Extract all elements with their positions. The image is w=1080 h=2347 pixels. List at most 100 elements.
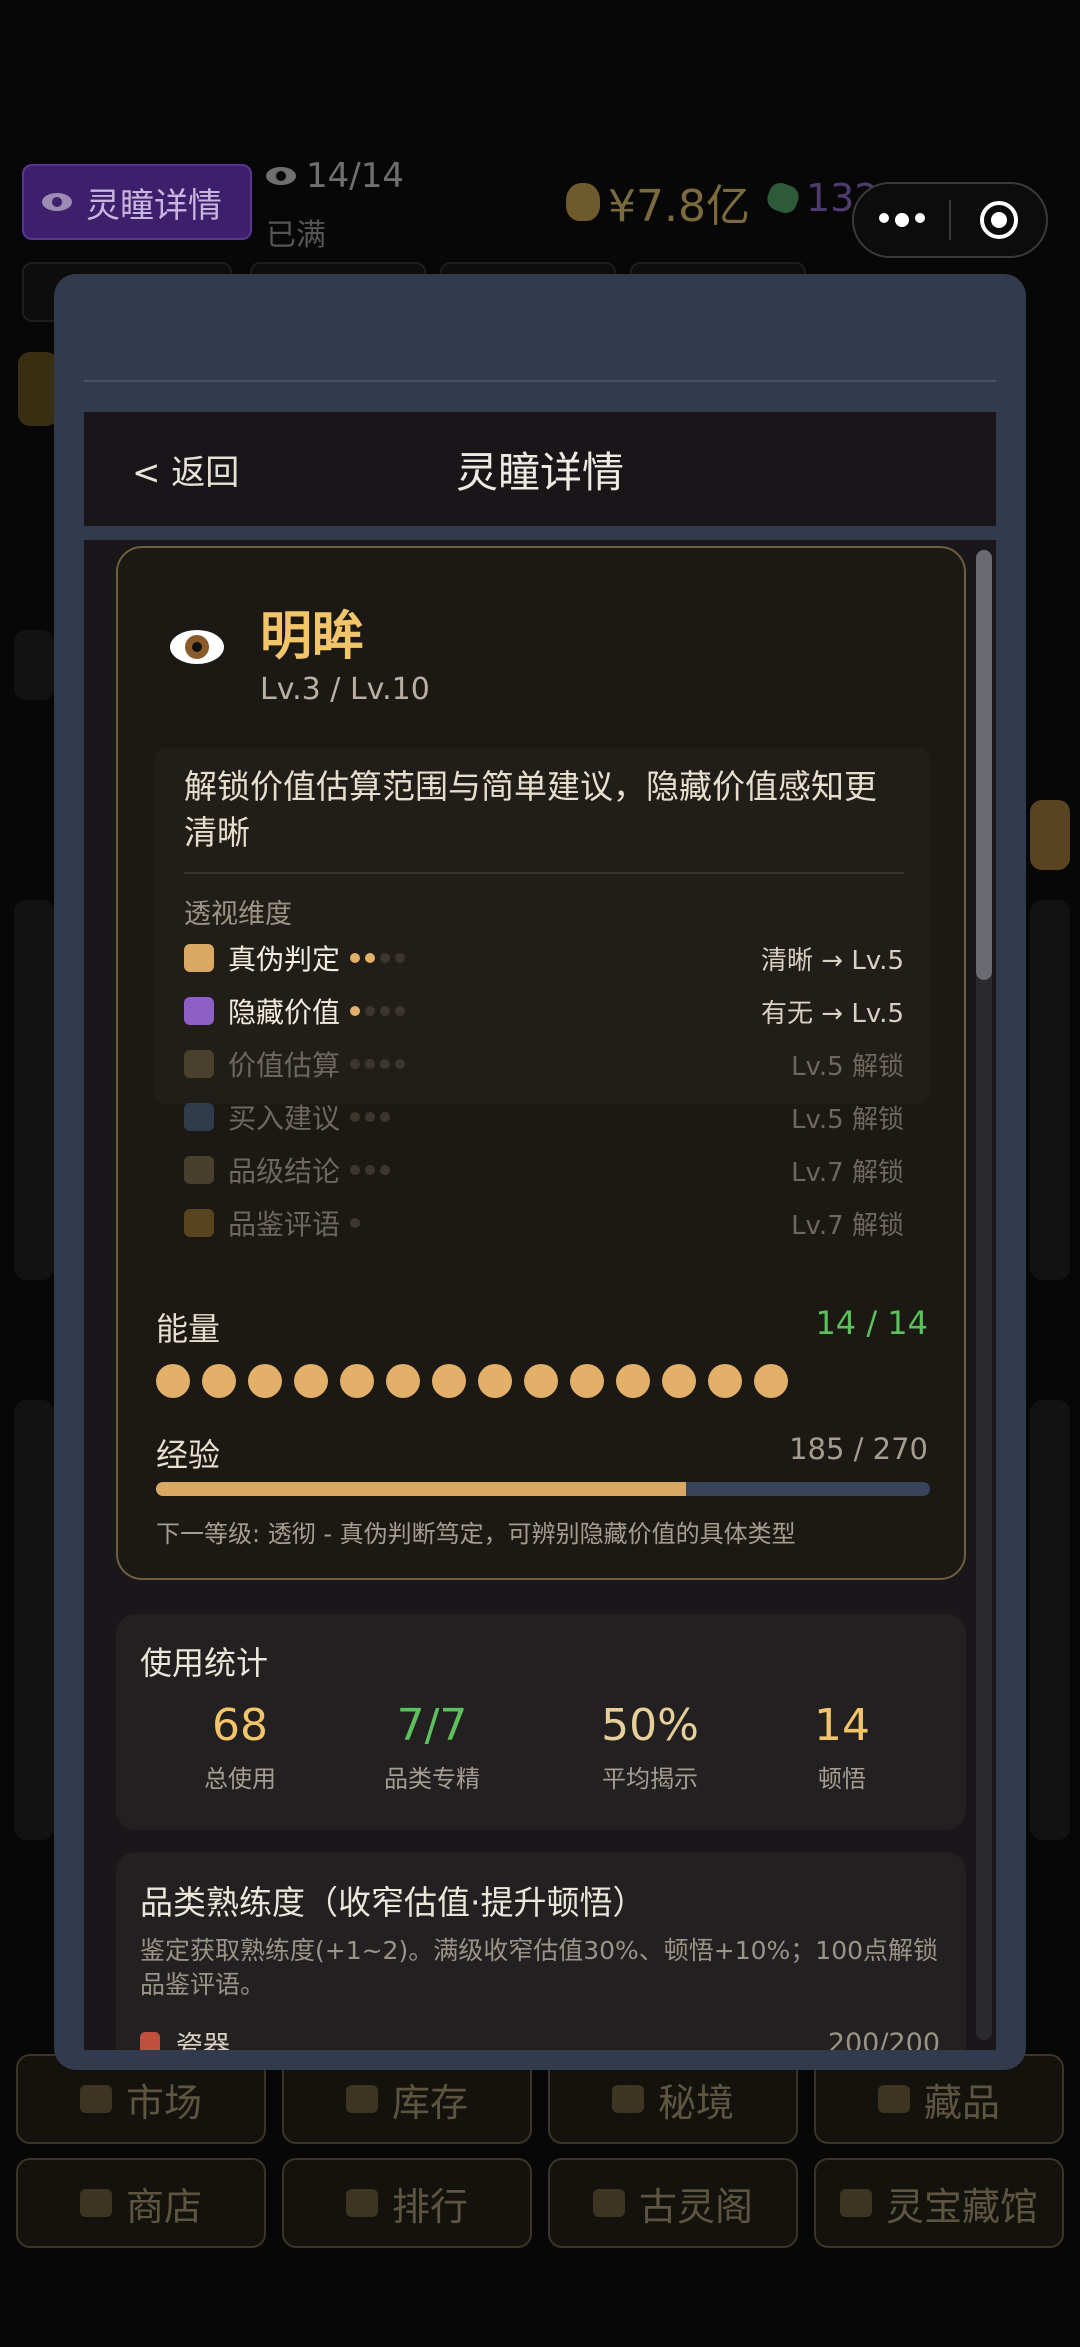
- dimension-status: 有无 → Lv.5: [761, 998, 904, 1029]
- progress-dot: [365, 1112, 376, 1122]
- stat-label: 品类专精: [384, 1765, 480, 1793]
- stat-value: 14: [814, 1700, 870, 1751]
- progress-dot: [395, 1059, 406, 1069]
- eye-icon: [266, 167, 296, 185]
- dimensions-title: 透视维度: [184, 899, 292, 930]
- usage-stats-card: 使用统计 68 总使用 7/7 品类专精 50% 平均揭示 14 顿悟: [116, 1614, 966, 1830]
- eye-level: Lv.3 / Lv.10: [260, 672, 430, 707]
- progress-dot: [380, 1112, 391, 1122]
- chart-icon: [184, 1103, 214, 1131]
- dimension-name: 隐藏价值: [228, 996, 341, 1029]
- energy-dot: [478, 1364, 512, 1398]
- energy-dot: [248, 1364, 282, 1398]
- nav-shop[interactable]: 商店: [16, 2158, 266, 2248]
- next-level-text: 下一等级: 透彻 - 真伪判断笃定，可辨别隐藏价值的具体类型: [156, 1520, 796, 1548]
- scroll-icon: [184, 1156, 214, 1184]
- museum-icon: [839, 2189, 872, 2217]
- stat-category-mastery: 7/7 品类专精: [332, 1700, 532, 1794]
- eye-icon: [42, 193, 72, 211]
- dimension-row: 品鉴评语 Lv.7 解锁: [184, 1201, 904, 1245]
- scales-icon: [184, 944, 214, 972]
- energy-dot: [202, 1364, 236, 1398]
- energy-dots: [156, 1364, 788, 1398]
- progress-dot: [350, 1006, 361, 1016]
- dimension-status: Lv.5 解锁: [791, 1104, 904, 1135]
- eye-chip-label: 灵瞳详情: [86, 185, 222, 226]
- progress-dot: [365, 1006, 376, 1016]
- ranking-icon: [345, 2189, 378, 2217]
- progress-dot: [350, 1059, 361, 1069]
- scrollbar-thumb[interactable]: [976, 550, 992, 980]
- dimension-progress-dots: [350, 953, 406, 963]
- energy-value: 14 / 14: [815, 1304, 928, 1342]
- close-miniprogram-icon[interactable]: [951, 201, 1046, 239]
- progress-dot: [380, 1006, 391, 1016]
- pavilion-icon: [592, 2189, 625, 2217]
- energy-label: 能量: [156, 1310, 221, 1348]
- dimension-progress-dots: [350, 1006, 406, 1016]
- energy-mini-value: 14/14: [306, 156, 404, 196]
- dimension-progress-dots: [350, 1165, 391, 1175]
- progress-dot: [380, 1059, 391, 1069]
- bg-block: [14, 630, 54, 700]
- scroll-content[interactable]: 明眸 Lv.3 / Lv.10 解锁价值估算范围与简单建议，隐藏价值感知更清晰 …: [84, 540, 996, 2050]
- nav-label: 商店: [125, 2184, 202, 2229]
- stat-value: 50%: [601, 1700, 699, 1751]
- divider: [184, 872, 904, 874]
- experience-value: 185 / 270: [789, 1432, 928, 1466]
- nav-label: 古灵阁: [638, 2184, 753, 2229]
- miniprogram-capsule: [852, 182, 1048, 258]
- dimension-row: 真伪判定 清晰 → Lv.5: [184, 936, 904, 980]
- eye-detail-modal: < 返回 灵瞳详情 明眸 Lv.3 / Lv.10 解锁价值估算范围与简单建议，…: [54, 274, 1026, 2070]
- dimension-progress-dots: [350, 1059, 406, 1069]
- dimension-status: Lv.7 解锁: [791, 1157, 904, 1188]
- category-proficiency-card: 品类熟练度（收窄估值·提升顿悟） 鉴定获取熟练度(+1~2)。满级收窄估值30%…: [116, 1852, 966, 2050]
- money-value: ¥7.8亿: [608, 181, 750, 232]
- bg-block: [14, 900, 54, 1280]
- category-value: 200/200: [827, 2028, 940, 2050]
- progress-dot: [365, 1059, 376, 1069]
- money-display: ¥7.8亿: [566, 170, 750, 234]
- eye-detail-chip[interactable]: 灵瞳详情: [22, 164, 252, 240]
- realm-icon: [611, 2085, 644, 2113]
- dimension-progress-dots: [350, 1112, 391, 1122]
- progress-dot: [350, 1165, 361, 1175]
- experience-bar: [156, 1482, 930, 1496]
- dimension-name: 品鉴评语: [228, 1208, 341, 1241]
- progress-dot: [350, 953, 361, 963]
- stat-label: 平均揭示: [602, 1765, 698, 1793]
- energy-dot: [754, 1364, 788, 1398]
- dimension-row: 品级结论 Lv.7 解锁: [184, 1148, 904, 1192]
- stat-value: 7/7: [396, 1700, 468, 1751]
- energy-dot: [570, 1364, 604, 1398]
- bg-block: [18, 352, 58, 426]
- proficiency-title: 品类熟练度（收窄估值·提升顿悟）: [140, 1883, 646, 1922]
- eye-icon: [170, 630, 224, 664]
- bg-block: [14, 1400, 54, 1840]
- stat-label: 总使用: [204, 1765, 276, 1793]
- bg-block: [1030, 900, 1070, 1280]
- progress-dot: [380, 1165, 391, 1175]
- progress-dot: [365, 953, 376, 963]
- description-box: 解锁价值估算范围与简单建议，隐藏价值感知更清晰 透视维度 真伪判定 清晰 → Lv…: [154, 748, 930, 1241]
- inventory-icon: [345, 2085, 378, 2113]
- nav-treasure-museum[interactable]: 灵宝藏馆: [814, 2158, 1064, 2248]
- stat-average-reveal: 50% 平均揭示: [550, 1700, 750, 1794]
- more-icon[interactable]: [854, 213, 949, 227]
- dimension-status: Lv.7 解锁: [791, 1210, 904, 1241]
- back-button[interactable]: < 返回: [132, 445, 239, 494]
- nav-ranking[interactable]: 排行: [282, 2158, 532, 2248]
- dimension-row: 买入建议 Lv.5 解锁: [184, 1095, 904, 1139]
- energy-dot: [662, 1364, 696, 1398]
- eye-name: 明眸: [260, 607, 365, 667]
- proficiency-row: 瓷器 200/200: [140, 2024, 940, 2050]
- nav-ancient-pavilion[interactable]: 古灵阁: [548, 2158, 798, 2248]
- progress-dot: [350, 1218, 361, 1228]
- dimension-name: 品级结论: [228, 1155, 341, 1188]
- shop-icon: [79, 2189, 112, 2217]
- collection-icon: [877, 2085, 910, 2113]
- experience-label: 经验: [156, 1436, 221, 1474]
- eye-description: 解锁价值估算范围与简单建议，隐藏价值感知更清晰: [184, 767, 877, 852]
- bg-block: [1030, 1400, 1070, 1840]
- dimension-name: 价值估算: [228, 1049, 341, 1082]
